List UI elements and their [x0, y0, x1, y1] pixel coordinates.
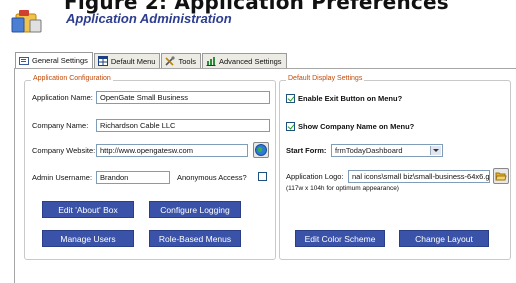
enable-exit-button-label: Enable Exit Button on Menu? — [298, 94, 403, 103]
company-name-input[interactable]: Richardson Cable LLC — [96, 119, 270, 132]
tools-icon — [165, 56, 176, 66]
show-company-name-checkbox[interactable] — [286, 122, 295, 131]
group-label: Default Display Settings — [286, 75, 365, 82]
application-name-label: Application Name: — [32, 93, 93, 102]
role-based-menus-button[interactable]: Role-Based Menus — [149, 230, 241, 247]
application-logo-hint: (117w x 104h for optimum appearance) — [286, 185, 399, 192]
general-settings-panel: Application Configuration Application Na… — [14, 68, 516, 283]
tab-default-menu[interactable]: Default Menu — [93, 53, 161, 68]
chart-icon — [206, 56, 216, 66]
company-website-input[interactable]: http://www.opengatesw.com — [96, 144, 248, 157]
tab-advanced-settings[interactable]: Advanced Settings — [202, 53, 287, 68]
anonymous-access-label: Anonymous Access? — [177, 173, 247, 182]
configure-logging-button[interactable]: Configure Logging — [149, 201, 241, 218]
start-form-select[interactable]: frmTodayDashboard — [331, 144, 443, 157]
open-folder-icon — [495, 172, 507, 181]
admin-username-input[interactable]: Brandon — [96, 171, 170, 184]
manage-users-button[interactable]: Manage Users — [42, 230, 134, 247]
tab-label: General Settings — [32, 56, 88, 65]
enable-exit-button-checkbox[interactable] — [286, 94, 295, 103]
show-company-name-label: Show Company Name on Menu? — [298, 122, 415, 131]
default-display-settings-group: Default Display Settings Enable Exit But… — [279, 75, 511, 260]
tab-general-settings[interactable]: General Settings — [15, 52, 93, 68]
change-layout-button[interactable]: Change Layout — [399, 230, 489, 247]
group-label: Application Configuration — [31, 75, 113, 82]
company-website-label: Company Website: — [32, 146, 96, 155]
start-form-label: Start Form: — [286, 146, 327, 155]
application-admin-icon — [10, 8, 44, 36]
settings-form-icon — [19, 56, 29, 66]
application-name-input[interactable]: OpenGate Small Business — [96, 91, 270, 104]
edit-color-scheme-button[interactable]: Edit Color Scheme — [295, 230, 385, 247]
tab-tools[interactable]: Tools — [161, 53, 201, 68]
globe-icon — [255, 144, 267, 156]
open-website-button[interactable] — [253, 142, 269, 158]
tab-label: Default Menu — [110, 56, 156, 66]
company-name-label: Company Name: — [32, 121, 89, 130]
app-title: Application Administration — [66, 11, 232, 26]
application-logo-label: Application Logo: — [286, 172, 344, 181]
tab-label: Tools — [178, 56, 196, 66]
menu-grid-icon — [97, 56, 108, 66]
application-configuration-group: Application Configuration Application Na… — [24, 75, 276, 260]
chevron-down-icon[interactable] — [430, 146, 441, 155]
anonymous-access-checkbox[interactable] — [258, 172, 267, 181]
tab-label: Advanced Settings — [219, 56, 282, 66]
admin-username-label: Admin Username: — [32, 173, 93, 182]
application-logo-input[interactable]: nal icons\small biz\small-business-64x6.… — [348, 170, 490, 183]
tab-strip: General Settings Default Menu Tools Adva… — [15, 52, 288, 68]
edit-about-box-button[interactable]: Edit 'About' Box — [42, 201, 134, 218]
start-form-value: frmTodayDashboard — [335, 146, 403, 155]
browse-logo-button[interactable] — [493, 168, 509, 184]
